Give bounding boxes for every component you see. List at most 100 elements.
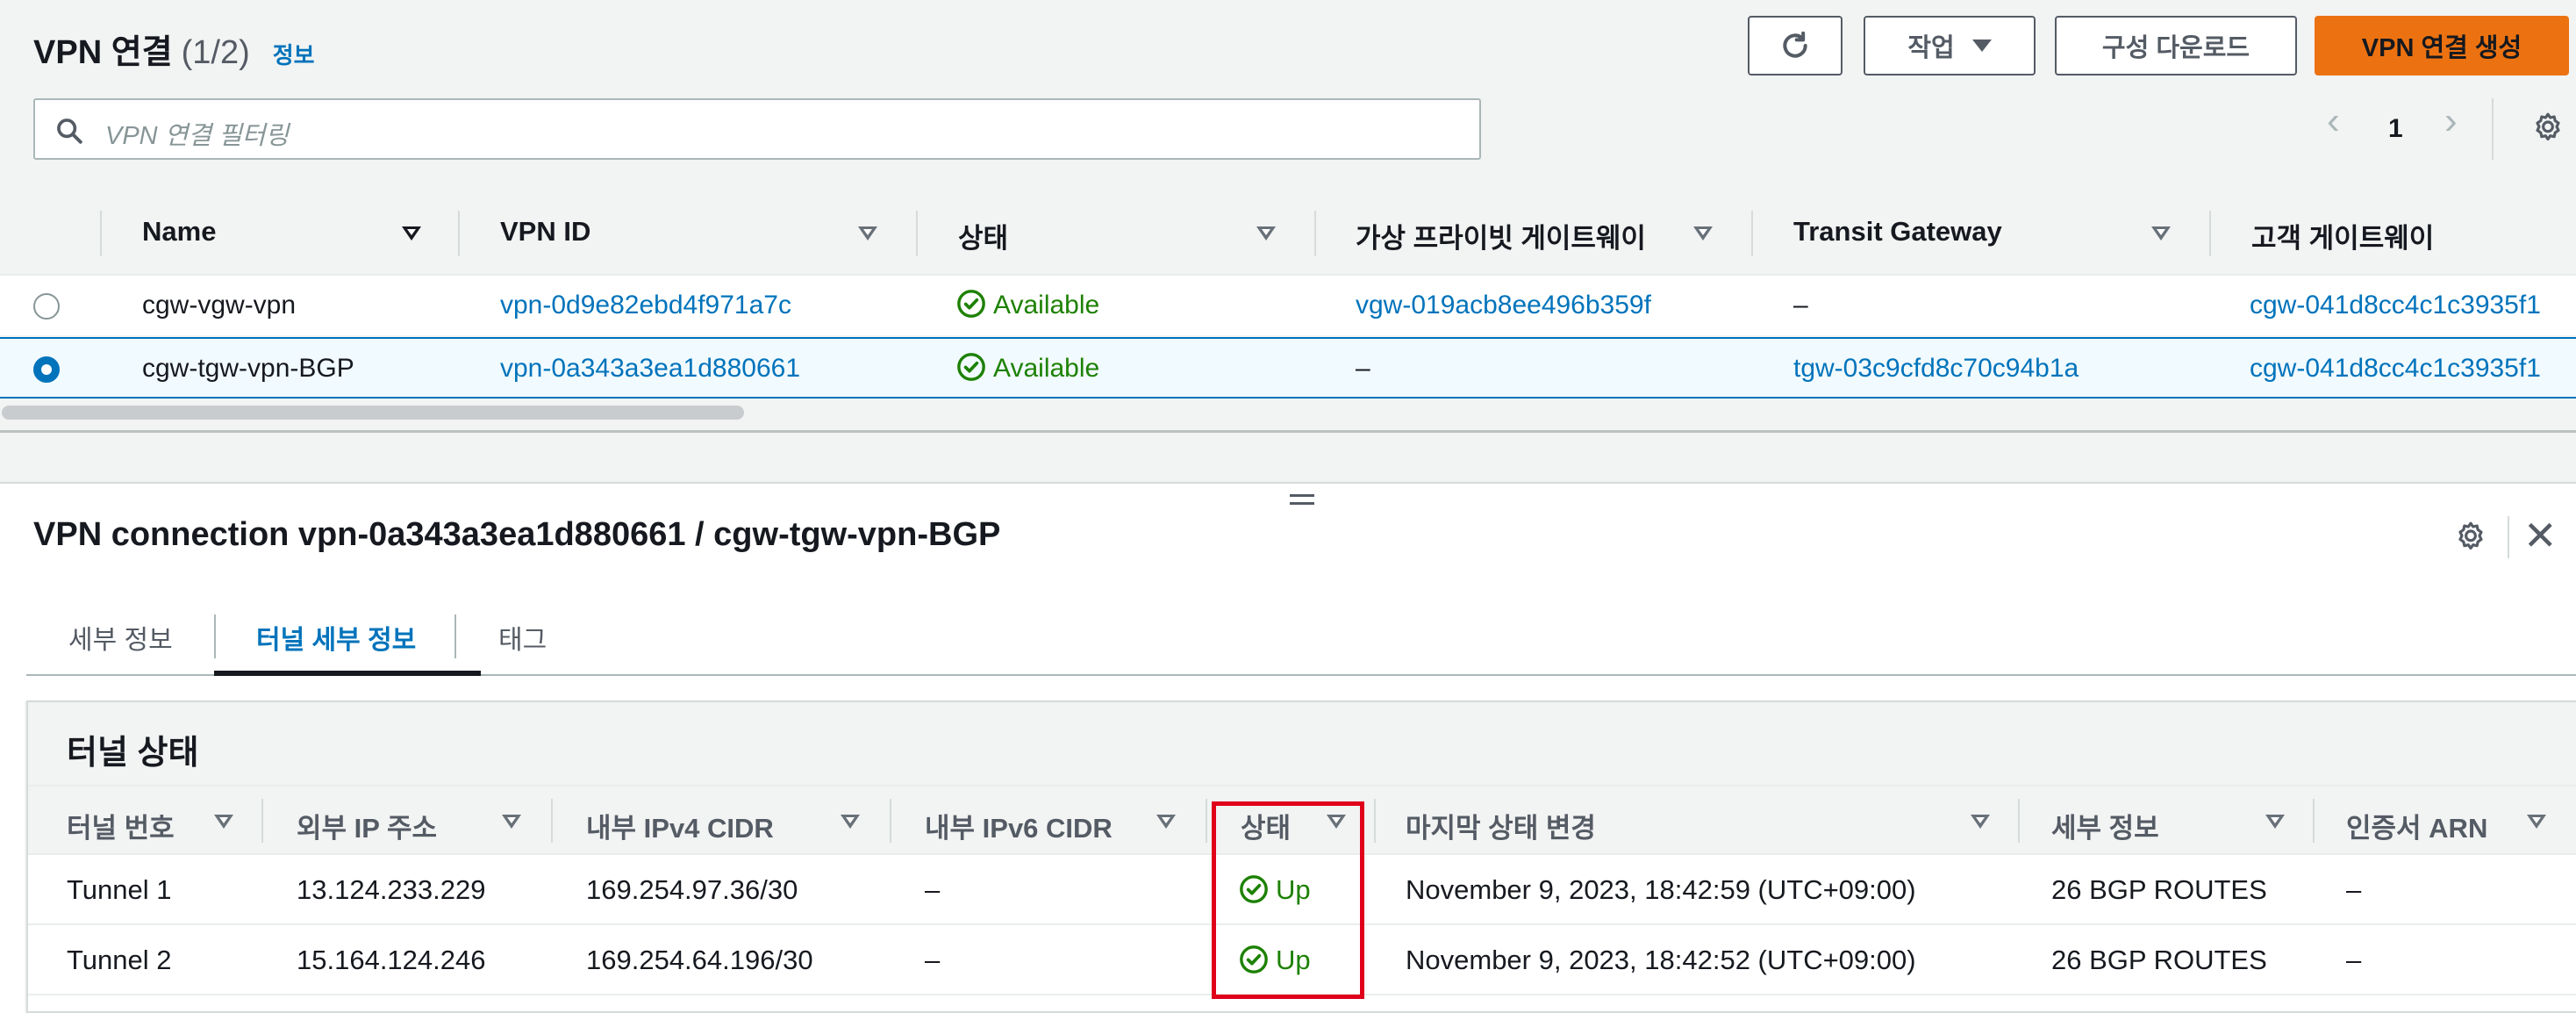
section-title: 터널 상태 — [67, 735, 199, 772]
cell-name: cgw-vgw-vpn — [142, 291, 297, 320]
column-header-cgw[interactable]: 고객 게이트웨이 — [2251, 216, 2434, 255]
cell-inside-ipv6: – — [925, 945, 941, 975]
tab-tunnel-details[interactable]: 터널 세부 정보 — [256, 618, 416, 657]
sort-icon[interactable] — [1971, 815, 1990, 829]
tab-tags[interactable]: 태그 — [498, 618, 547, 657]
refresh-button[interactable] — [1748, 16, 1843, 75]
download-config-button[interactable]: 구성 다운로드 — [2055, 16, 2297, 75]
column-separator — [458, 211, 460, 256]
active-tab-indicator — [214, 671, 481, 676]
tab-details[interactable]: 세부 정보 — [68, 618, 173, 657]
column-separator — [1374, 799, 1376, 843]
sort-icon[interactable] — [841, 815, 860, 829]
check-circle-icon — [957, 353, 985, 381]
row-radio[interactable] — [33, 293, 60, 320]
close-icon[interactable]: ✕ — [2523, 515, 2558, 556]
cell-inside-ipv4: 169.254.97.36/30 — [586, 874, 798, 905]
caret-down-icon — [1971, 40, 1992, 52]
column-header-state[interactable]: 상태 — [958, 216, 1008, 255]
column-separator — [261, 799, 263, 843]
column-header-inside-ipv4[interactable]: 내부 IPv4 CIDR — [586, 806, 774, 845]
create-vpn-button[interactable]: VPN 연결 생성 — [2315, 16, 2569, 75]
cell-inside-ipv4: 169.254.64.196/30 — [586, 945, 813, 975]
sort-icon[interactable] — [858, 226, 877, 241]
column-separator — [2018, 799, 2020, 843]
page-header: VPN 연결 (1/2) 정보 — [33, 25, 315, 73]
sort-icon[interactable] — [2151, 226, 2171, 241]
drag-handle-icon[interactable] — [1290, 494, 1314, 510]
filter-search-box[interactable]: VPN 연결 필터링 — [33, 98, 1481, 160]
column-separator — [1206, 799, 1207, 843]
cell-vgw[interactable]: vgw-019acb8ee496b359f — [1356, 291, 1651, 320]
table-row[interactable]: cgw-vgw-vpn vpn-0d9e82ebd4f971a7c Availa… — [0, 274, 2576, 335]
vpn-connections-panel: VPN 연결 (1/2) 정보 작업 구성 다운로드 VPN 연결 생성 VPN… — [0, 0, 2576, 430]
column-separator — [916, 211, 918, 256]
check-circle-icon — [957, 290, 985, 318]
sort-icon[interactable] — [402, 226, 421, 241]
download-config-label: 구성 다운로드 — [2101, 34, 2250, 62]
horizontal-scrollbar[interactable] — [2, 406, 744, 420]
chevron-left-icon[interactable]: ‹ — [2327, 102, 2340, 140]
column-separator — [890, 799, 891, 843]
column-header-last-change[interactable]: 마지막 상태 변경 — [1406, 806, 1596, 845]
column-header-outside-ip[interactable]: 외부 IP 주소 — [297, 806, 437, 845]
search-icon — [57, 119, 82, 144]
cell-cert-arn: – — [2346, 945, 2362, 975]
sort-icon[interactable] — [214, 815, 233, 829]
sort-icon[interactable] — [2265, 815, 2285, 829]
column-header-tunnel[interactable]: 터널 번호 — [67, 806, 175, 845]
cell-last-change: November 9, 2023, 18:42:52 (UTC+09:00) — [1406, 945, 1916, 975]
cell-tunnel: Tunnel 1 — [67, 874, 172, 905]
gear-icon[interactable] — [2453, 520, 2488, 555]
column-header-details[interactable]: 세부 정보 — [2051, 806, 2159, 845]
info-link[interactable]: 정보 — [273, 38, 315, 70]
cell-outside-ip: 13.124.233.229 — [297, 874, 486, 905]
cell-details: 26 BGP ROUTES — [2051, 945, 2267, 975]
column-header-tgw[interactable]: Transit Gateway — [1793, 216, 2002, 248]
cell-state: Available — [956, 290, 1099, 320]
cell-details: 26 BGP ROUTES — [2051, 874, 2267, 905]
state-text: Available — [993, 354, 1100, 383]
column-header-vgw[interactable]: 가상 프라이빗 게이트웨이 — [1356, 216, 1646, 255]
cell-tgw[interactable]: tgw-03c9cfd8c70c94b1a — [1793, 354, 2079, 384]
column-separator — [551, 799, 553, 843]
divider — [2508, 516, 2509, 558]
tab-separator — [214, 614, 216, 658]
status-highlight-box — [1212, 801, 1364, 999]
detail-tabs: 세부 정보 터널 세부 정보 태그 — [26, 606, 2576, 676]
table-row-selected[interactable]: cgw-tgw-vpn-BGP vpn-0a343a3ea1d880661 Av… — [0, 337, 2576, 399]
tab-separator — [454, 614, 456, 658]
cell-state: Available — [956, 353, 1100, 384]
sort-icon[interactable] — [502, 815, 521, 829]
cell-cgw[interactable]: cgw-041d8cc4c1c3935f1 — [2250, 354, 2541, 384]
create-vpn-label: VPN 연결 생성 — [2361, 34, 2522, 62]
refresh-icon — [1783, 31, 1807, 58]
page-title: VPN 연결 — [33, 34, 173, 71]
sort-icon[interactable] — [1156, 815, 1176, 829]
cell-tgw: – — [1793, 291, 1808, 320]
cell-name: cgw-tgw-vpn-BGP — [142, 354, 354, 383]
cell-cgw[interactable]: cgw-041d8cc4c1c3935f1 — [2250, 291, 2541, 320]
cell-vpn-id[interactable]: vpn-0a343a3ea1d880661 — [500, 354, 800, 384]
column-separator — [2313, 799, 2315, 843]
row-radio-selected[interactable] — [33, 356, 60, 383]
chevron-right-icon[interactable]: › — [2444, 102, 2458, 140]
page-number[interactable]: 1 — [2388, 114, 2403, 144]
cell-cert-arn: – — [2346, 874, 2362, 905]
sort-icon[interactable] — [2527, 815, 2546, 829]
column-header-name[interactable]: Name — [142, 216, 216, 248]
column-header-inside-ipv6[interactable]: 내부 IPv6 CIDR — [925, 806, 1113, 845]
column-separator — [2209, 211, 2211, 256]
container-header: 터널 상태 — [28, 702, 2576, 787]
sort-icon[interactable] — [1256, 226, 1276, 241]
column-header-cert-arn[interactable]: 인증서 ARN — [2346, 806, 2487, 845]
cell-vpn-id[interactable]: vpn-0d9e82ebd4f971a7c — [500, 291, 791, 320]
cell-vgw: – — [1356, 354, 1370, 383]
column-separator — [1751, 211, 1753, 256]
column-header-vpn-id[interactable]: VPN ID — [500, 216, 590, 248]
sort-icon[interactable] — [1693, 226, 1713, 241]
actions-button[interactable]: 작업 — [1864, 16, 2036, 75]
gear-icon[interactable] — [2530, 111, 2565, 146]
cell-outside-ip: 15.164.124.246 — [297, 945, 486, 975]
search-input[interactable]: VPN 연결 필터링 — [105, 115, 289, 152]
